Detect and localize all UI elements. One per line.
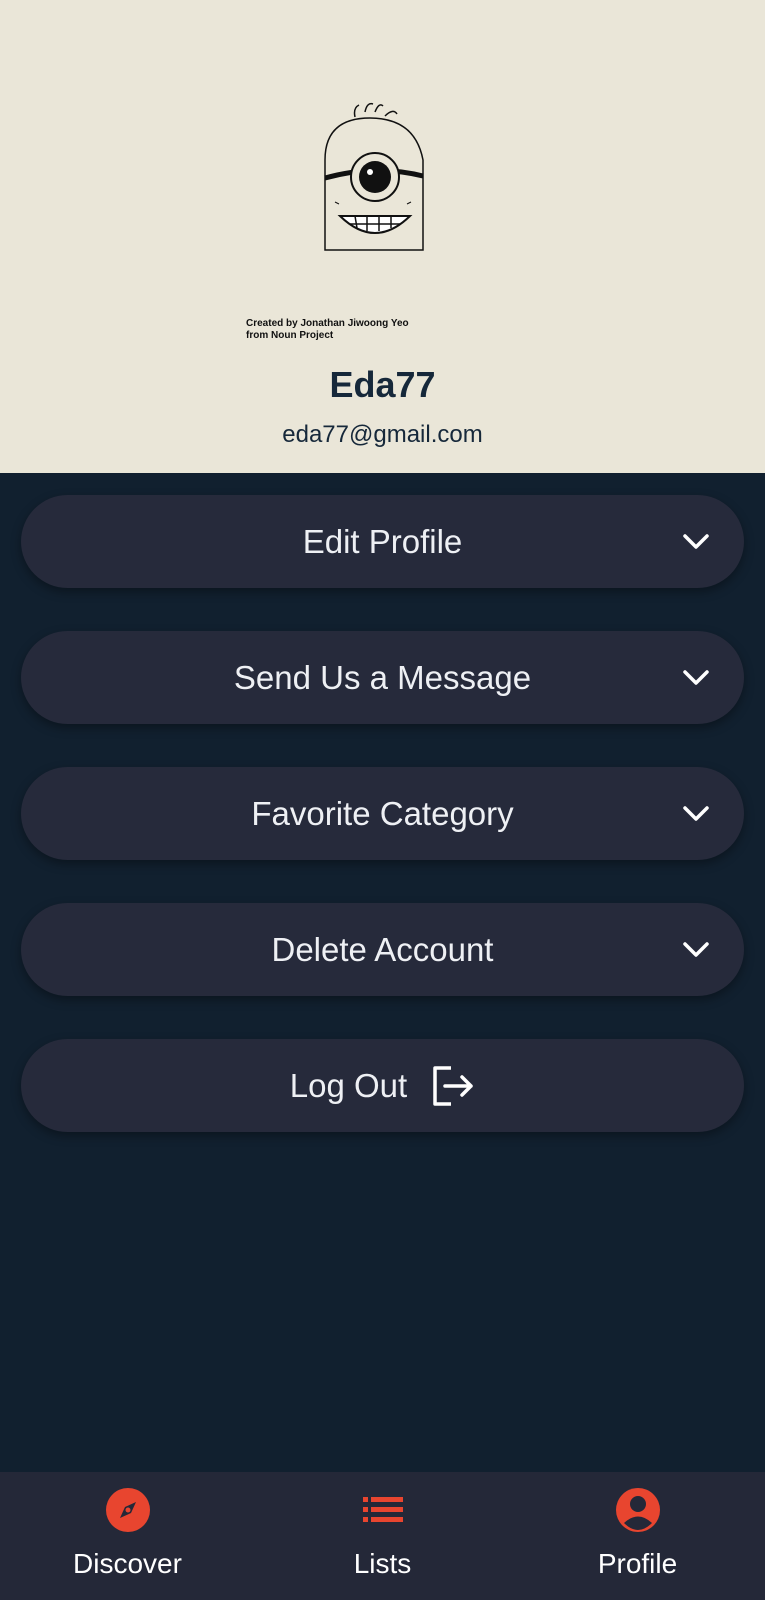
favorite-category-button[interactable]: Favorite Category bbox=[21, 767, 744, 860]
chevron-down-icon bbox=[683, 669, 709, 685]
chevron-down-icon bbox=[683, 805, 709, 821]
logout-icon bbox=[433, 1065, 473, 1106]
nav-lists-label: Lists bbox=[353, 1548, 412, 1579]
nav-discover-label: Discover bbox=[73, 1548, 182, 1579]
edit-profile-button[interactable]: Edit Profile bbox=[21, 495, 744, 588]
minion-avatar-icon bbox=[324, 102, 424, 251]
nav-profile-label: Profile bbox=[597, 1548, 678, 1579]
edit-profile-label: Edit Profile bbox=[302, 522, 463, 560]
image-credit: Created by Jonathan Jiwoong Yeo from Nou… bbox=[246, 318, 409, 342]
user-email: eda77@gmail.com bbox=[282, 421, 483, 448]
chevron-down-icon bbox=[683, 533, 709, 549]
send-message-label: Send Us a Message bbox=[233, 658, 532, 696]
credit-line-1: Created by Jonathan Jiwoong Yeo bbox=[246, 318, 409, 329]
bottom-navigation: Discover Lists Profile bbox=[0, 1472, 765, 1600]
credit-line-2: from Noun Project bbox=[246, 330, 334, 341]
send-message-button[interactable]: Send Us a Message bbox=[21, 631, 744, 724]
compass-icon bbox=[105, 1488, 150, 1532]
log-out-label: Log Out bbox=[289, 1066, 408, 1104]
profile-header: Created by Jonathan Jiwoong Yeo from Nou… bbox=[0, 0, 765, 473]
log-out-content: Log Out bbox=[290, 1065, 475, 1107]
list-icon bbox=[362, 1497, 403, 1522]
nav-discover[interactable]: Discover bbox=[0, 1472, 255, 1600]
nav-lists[interactable]: Lists bbox=[255, 1472, 510, 1600]
delete-account-button[interactable]: Delete Account bbox=[21, 903, 744, 996]
username: Eda77 bbox=[329, 364, 436, 405]
account-circle-icon bbox=[615, 1488, 660, 1532]
delete-account-label: Delete Account bbox=[271, 930, 494, 968]
log-out-button[interactable]: Log Out bbox=[21, 1039, 744, 1132]
nav-profile[interactable]: Profile bbox=[510, 1472, 765, 1600]
favorite-category-label: Favorite Category bbox=[251, 794, 514, 832]
chevron-down-icon bbox=[683, 941, 709, 957]
